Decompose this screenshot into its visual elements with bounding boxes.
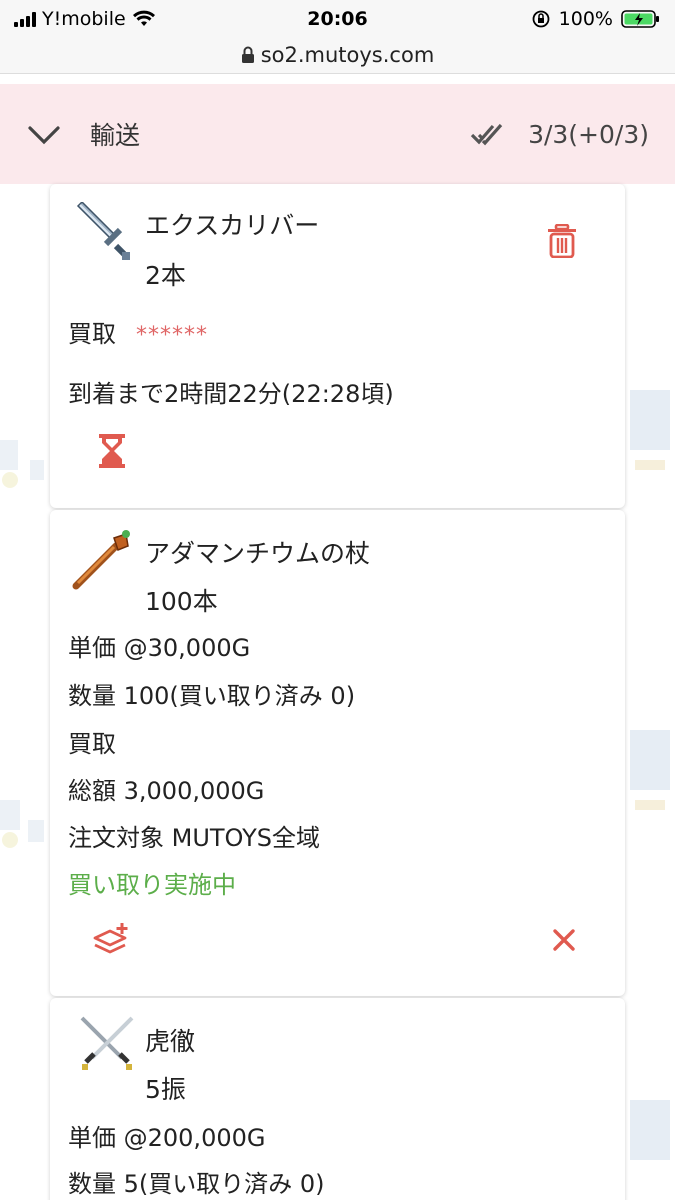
wifi-icon <box>132 10 155 26</box>
buy-order-card: アダマンチウムの杖 100本 単価 @30,000G 数量 100(買い取り済み… <box>50 510 625 996</box>
item-quantity: 2本 <box>145 261 186 290</box>
url-bar[interactable]: so2.mutoys.com <box>0 36 675 74</box>
section-title: 輸送 <box>90 121 141 150</box>
order-status: 買い取り実施中 <box>68 871 236 899</box>
url-text: so2.mutoys.com <box>260 42 435 67</box>
rotation-lock-icon <box>532 10 550 28</box>
item-name: 虎徹 <box>145 1027 196 1056</box>
chevron-down-icon[interactable] <box>26 116 62 152</box>
total-amount: 総額 3,000,000G <box>68 777 265 805</box>
layers-plus-icon[interactable] <box>92 922 132 958</box>
order-target: 注文対象 MUTOYS全域 <box>68 824 321 852</box>
clock: 20:06 <box>307 8 368 30</box>
order-count: 数量 100(買い取り済み 0) <box>68 682 356 710</box>
status-bar: Y!mobile 20:06 100% <box>0 0 675 38</box>
item-quantity: 100本 <box>145 587 218 616</box>
status-right: 100% <box>531 8 661 30</box>
top-strip <box>0 75 675 83</box>
crossed-swords-icon <box>80 1016 134 1070</box>
section-count: 3/3(+0/3) <box>528 119 649 149</box>
type-label: 買取 <box>68 730 116 758</box>
hourglass-icon[interactable] <box>98 433 126 469</box>
purchase-row: 買取 ****** <box>68 314 208 349</box>
item-name: アダマンチウムの杖 <box>145 539 371 568</box>
battery-charging-icon <box>621 10 659 28</box>
staff-icon <box>72 530 130 590</box>
item-name: エクスカリバー <box>145 211 320 240</box>
transport-card: エクスカリバー 2本 買取 ****** 到着まで2時間22分(22:28頃) <box>50 184 625 508</box>
section-header[interactable]: 輸送 3/3(+0/3) <box>0 84 675 184</box>
unit-price: 単価 @30,000G <box>68 634 251 662</box>
masked-value: ****** <box>136 323 208 348</box>
lock-icon <box>241 46 254 63</box>
signal-icon <box>14 11 36 27</box>
double-check-icon <box>470 123 503 146</box>
item-quantity: 5振 <box>145 1075 186 1104</box>
battery-percent: 100% <box>558 8 613 30</box>
sword-icon <box>76 202 130 260</box>
status-left: Y!mobile <box>14 8 156 30</box>
buy-order-card: 虎徹 5振 単価 @200,000G 数量 5(買い取り済み 0) <box>50 998 625 1200</box>
unit-price: 単価 @200,000G <box>68 1124 266 1152</box>
type-label: 買取 <box>68 320 116 348</box>
carrier-name: Y!mobile <box>42 8 126 30</box>
arrival-time: 到着まで2時間22分(22:28頃) <box>68 380 394 408</box>
background-decoration-right <box>630 390 670 1160</box>
close-icon[interactable] <box>552 928 576 952</box>
trash-icon[interactable] <box>547 224 577 258</box>
background-decoration-left <box>0 440 44 848</box>
order-count: 数量 5(買い取り済み 0) <box>68 1170 325 1198</box>
